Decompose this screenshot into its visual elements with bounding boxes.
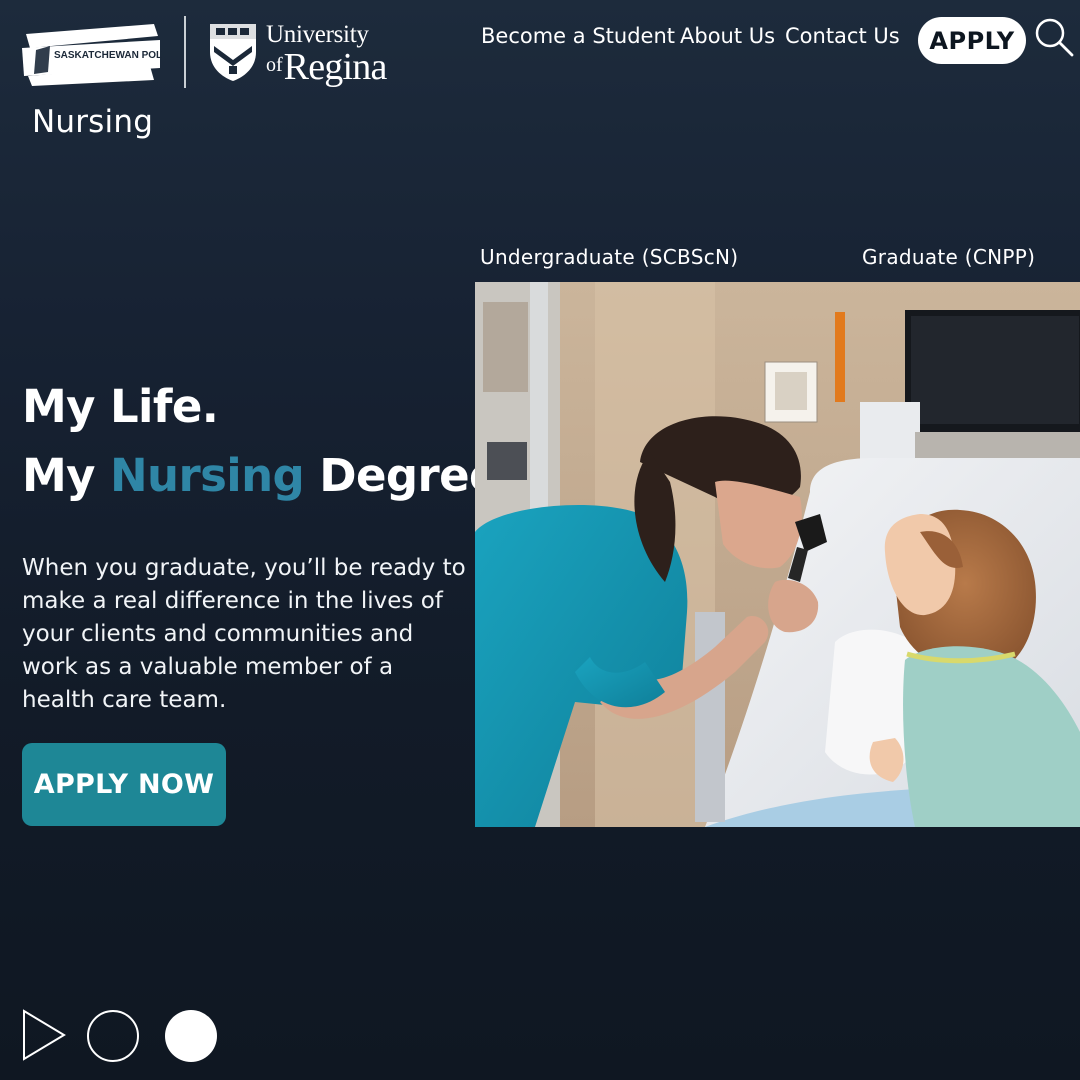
logo-sask-line1: SASKATCHEWAN POLYTECHNIC	[54, 50, 162, 61]
carousel-dot-2-active[interactable]	[165, 1010, 217, 1062]
hero-body-text: When you graduate, you’ll be ready to ma…	[22, 555, 466, 713]
nav-contact-us[interactable]: Contact Us	[785, 24, 900, 52]
uofr-line2: ofRegina	[266, 48, 387, 86]
search-icon[interactable]	[1034, 17, 1074, 57]
logo-divider	[184, 16, 186, 88]
play-icon[interactable]	[21, 1008, 67, 1062]
program-title: Nursing	[32, 104, 154, 140]
photo-nurse-child	[475, 282, 1080, 827]
apply-button[interactable]: APPLY	[918, 17, 1026, 64]
nav-about-us[interactable]: About Us	[680, 24, 775, 52]
university-crest-icon	[210, 24, 256, 81]
saskatchewan-polytechnic-logo[interactable]: SASKATCHEWAN POLYTECHNIC	[22, 18, 162, 88]
university-of-regina-wordmark[interactable]: University ofRegina	[266, 22, 387, 86]
uofr-of: of	[266, 54, 283, 76]
nav-become-a-student[interactable]: Become a Student	[481, 24, 675, 52]
uofr-regina: Regina	[283, 46, 388, 88]
apply-now-button[interactable]: APPLY NOW	[22, 743, 226, 826]
headline-accent: Nursing	[109, 449, 305, 502]
headline-pre: My	[22, 449, 110, 502]
headline-line-2: My Nursing Degree.	[22, 449, 516, 502]
headline-line-1: My Life.	[22, 380, 219, 433]
carousel-dot-1[interactable]	[87, 1010, 139, 1062]
tab-undergraduate[interactable]: Undergraduate (SCBScN)	[480, 245, 738, 269]
uofr-line1: University	[266, 21, 369, 48]
tab-graduate[interactable]: Graduate (CNPP)	[862, 245, 1035, 269]
